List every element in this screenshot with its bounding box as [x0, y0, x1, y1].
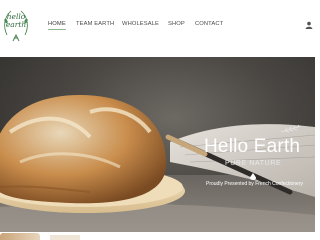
nav-item-wholesale[interactable]: WHOLESALE — [122, 17, 159, 31]
nav-item-home[interactable]: HOME — [48, 17, 66, 31]
nav-item-contact[interactable]: CONTACT — [195, 17, 223, 31]
hero-title: Hello Earth — [204, 136, 301, 157]
hero-banner: Hello Earth PURE NATURE Proudly Presente… — [0, 57, 315, 232]
preview-thumbnail-secondary — [50, 235, 80, 240]
logo-text: hello earth — [1, 13, 31, 29]
nav-item-shop[interactable]: SHOP — [168, 17, 185, 31]
nav-item-team-earth[interactable]: TEAM EARTH — [76, 17, 114, 31]
preview-thumbnail — [0, 233, 40, 240]
logo-text-line2: earth — [5, 20, 27, 29]
hero-subtitle: PURE NATURE — [225, 160, 282, 167]
header: hello earth HOME TEAM EARTH WHOLESALE SH… — [0, 0, 315, 57]
leaf-icon — [280, 124, 302, 133]
hero-presented-text: Proudly Presented by French Confectioner… — [206, 181, 303, 187]
logo[interactable]: hello earth — [1, 5, 31, 45]
content-preview-strip — [0, 232, 315, 240]
user-icon[interactable] — [305, 21, 313, 29]
drop-icon — [250, 173, 256, 180]
